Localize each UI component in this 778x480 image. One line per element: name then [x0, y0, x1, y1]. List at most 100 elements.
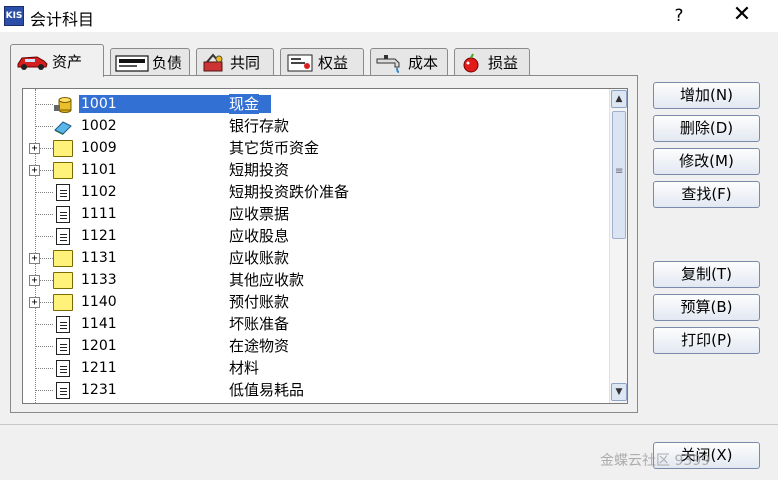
tree-row[interactable]: +1133 其他应收款	[23, 269, 603, 291]
delete-button[interactable]: 删除(D)	[653, 115, 760, 142]
tab-label: 权益	[318, 54, 349, 72]
expand-plus-icon[interactable]: +	[29, 143, 40, 154]
vertical-scrollbar[interactable]: ▲ ▼	[609, 89, 627, 403]
tree-row[interactable]: 1211 材料	[23, 357, 603, 379]
car-icon	[15, 51, 49, 71]
tree-row[interactable]: +1009 其它货币资金	[23, 137, 603, 159]
tree-connector	[35, 236, 53, 237]
certificate-icon	[285, 53, 315, 73]
tree-row[interactable]: 1231 低值易耗品	[23, 379, 603, 401]
account-name: 短期投资	[229, 161, 290, 179]
account-name: 材料	[229, 359, 260, 377]
account-code: 1141	[81, 316, 117, 332]
tab-profit-loss[interactable]: 损益	[454, 48, 530, 76]
account-name: 其它货币资金	[229, 139, 320, 157]
scroll-down-arrow[interactable]: ▼	[611, 383, 627, 401]
tree-row[interactable]: 1002 银行存款	[23, 115, 603, 137]
account-code: 1101	[81, 162, 117, 178]
expand-plus-icon[interactable]: +	[29, 253, 40, 264]
expand-plus-icon[interactable]: +	[29, 297, 40, 308]
account-name: 坏账准备	[229, 315, 290, 333]
tab-label: 损益	[488, 54, 519, 72]
account-code: 1131	[81, 250, 117, 266]
account-name: 应收账款	[229, 249, 290, 267]
tree-row[interactable]: 1001 现金	[23, 93, 603, 115]
add-button[interactable]: 增加(N)	[653, 82, 760, 109]
account-name: 银行存款	[229, 117, 290, 135]
tab-panel: ▲ ▼ 1001现金 1002 银行存款 +1009 其它货币资金 +1101 短期投资 11…	[10, 75, 638, 413]
tab-label: 成本	[408, 54, 439, 72]
faucet-icon	[375, 53, 405, 73]
account-name: 其他应收款	[229, 271, 305, 289]
account-name: 预付账款	[229, 293, 290, 311]
tree-row[interactable]: 1121 应收股息	[23, 225, 603, 247]
expand-plus-icon[interactable]: +	[29, 275, 40, 286]
tree-row[interactable]: +1140 预付账款	[23, 291, 603, 313]
tab-label: 负债	[152, 54, 183, 72]
close-window-button[interactable]: ✕	[730, 3, 754, 27]
account-code: 1231	[81, 382, 117, 398]
tab-assets[interactable]: 资产	[10, 44, 104, 77]
document-icon	[56, 184, 70, 201]
expand-plus-icon[interactable]: +	[29, 165, 40, 176]
account-code: 1111	[81, 206, 117, 222]
app-logo-icon: KIS	[4, 6, 24, 26]
tree-row[interactable]: 1201 在途物资	[23, 335, 603, 357]
account-name: 在途物资	[229, 337, 290, 355]
scroll-up-arrow[interactable]: ▲	[611, 90, 627, 108]
tree-connector	[35, 390, 53, 391]
account-code: 1009	[81, 140, 117, 156]
account-name: 应收股息	[229, 227, 290, 245]
budget-button[interactable]: 预算(B)	[653, 294, 760, 321]
account-code: 1133	[81, 272, 117, 288]
title-bar: KIS 会计科目 ? ✕	[0, 0, 778, 32]
modify-button[interactable]: 修改(M)	[653, 148, 760, 175]
tab-cost[interactable]: 成本	[370, 48, 448, 76]
account-name: 低值易耗品	[229, 381, 305, 399]
find-button[interactable]: 查找(F)	[653, 181, 760, 208]
account-code: 1121	[81, 228, 117, 244]
account-name: 现金	[229, 94, 260, 114]
folder-icon	[53, 250, 73, 267]
tree-connector	[35, 192, 53, 193]
folder-icon	[53, 162, 73, 179]
tree-connector	[35, 126, 53, 127]
tab-liabilities[interactable]: 负债	[110, 48, 190, 76]
account-tree[interactable]: ▲ ▼ 1001现金 1002 银行存款 +1009 其它货币资金 +1101 短期投资 11…	[22, 88, 628, 404]
document-icon	[56, 360, 70, 377]
document-icon	[56, 382, 70, 399]
tree-row[interactable]: +1101 短期投资	[23, 159, 603, 181]
tree-row[interactable]: 1102 短期投资跌价准备	[23, 181, 603, 203]
folder-icon	[53, 140, 73, 157]
tree-row[interactable]: 1111 应收票据	[23, 203, 603, 225]
folder-icon	[53, 272, 73, 289]
tree-connector	[35, 368, 53, 369]
tab-label: 共同	[230, 54, 261, 72]
document-icon	[56, 228, 70, 245]
scroll-thumb[interactable]	[612, 111, 626, 239]
credit-card-icon	[115, 53, 149, 73]
tab-label: 资产	[52, 52, 83, 71]
help-button[interactable]: ?	[668, 4, 690, 28]
document-icon	[56, 338, 70, 355]
account-code: 1201	[81, 338, 117, 354]
tree-connector	[35, 104, 53, 105]
tree-connector	[35, 346, 53, 347]
tree-row[interactable]: 1141 坏账准备	[23, 313, 603, 335]
copy-button[interactable]: 复制(T)	[653, 261, 760, 288]
tree-row[interactable]: +1131 应收账款	[23, 247, 603, 269]
coins-icon	[53, 96, 73, 113]
print-button[interactable]: 打印(P)	[653, 327, 760, 354]
document-icon	[56, 206, 70, 223]
account-code: 1211	[81, 360, 117, 376]
tab-equity[interactable]: 权益	[280, 48, 364, 76]
tab-common[interactable]: 共同	[196, 48, 274, 76]
account-code: 1140	[81, 294, 117, 310]
tree-connector	[35, 324, 53, 325]
tools-icon	[201, 52, 227, 73]
account-code: 1002	[81, 118, 117, 134]
folder-icon	[53, 294, 73, 311]
account-code: 1102	[81, 184, 117, 200]
account-name: 应收票据	[229, 205, 290, 223]
account-name: 短期投资跌价准备	[229, 183, 350, 201]
